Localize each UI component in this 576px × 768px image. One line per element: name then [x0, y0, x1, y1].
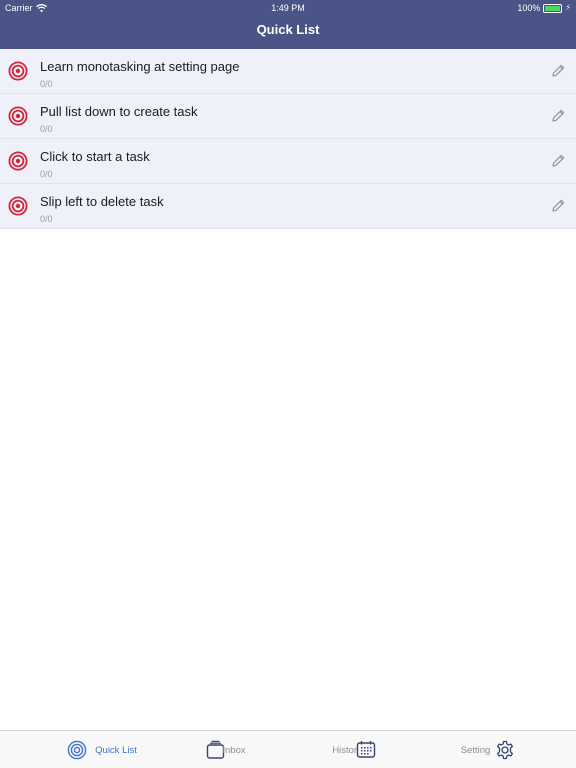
tab-setting[interactable]: Setting — [416, 731, 560, 768]
page-title: Quick List — [256, 22, 320, 37]
target-icon — [8, 196, 28, 216]
task-row-3[interactable]: Click to start a task 0/0 — [0, 139, 576, 184]
pencil-icon[interactable] — [550, 63, 566, 79]
tab-inbox[interactable]: Inbox — [154, 731, 298, 768]
battery-percent: 100% — [517, 3, 541, 13]
app-window: Carrier 1:49 PM 100% ⚡ Quick List Learn … — [0, 0, 576, 768]
task-row-2[interactable]: Pull list down to create task 0/0 — [0, 94, 576, 139]
tab-label: Quick List — [95, 744, 137, 756]
calendar-icon — [356, 741, 375, 758]
navigation-header: Carrier 1:49 PM 100% ⚡ Quick List — [0, 0, 576, 49]
tab-quick-list[interactable]: Quick List — [30, 731, 174, 768]
charging-icon: ⚡ — [565, 3, 571, 12]
task-title: Click to start a task — [40, 149, 150, 164]
pencil-icon[interactable] — [550, 198, 566, 214]
target-icon — [8, 61, 28, 81]
battery-status: 100% ⚡ — [517, 0, 571, 16]
tab-label: Setting — [460, 744, 491, 756]
task-row-4[interactable]: Slip left to delete task 0/0 — [0, 184, 576, 229]
target-icon — [8, 106, 28, 126]
pencil-icon[interactable] — [550, 153, 566, 169]
task-count: 0/0 — [40, 79, 53, 89]
target-icon — [67, 740, 87, 760]
task-list[interactable]: Learn monotasking at setting page 0/0 Pu… — [0, 49, 576, 229]
task-title: Learn monotasking at setting page — [40, 59, 240, 74]
pencil-icon[interactable] — [550, 108, 566, 124]
task-title: Pull list down to create task — [40, 104, 198, 119]
tab-history[interactable]: History — [282, 731, 426, 768]
target-icon — [8, 151, 28, 171]
task-count: 0/0 — [40, 169, 53, 179]
task-count: 0/0 — [40, 214, 53, 224]
task-title: Slip left to delete task — [40, 194, 164, 209]
tab-label: Inbox — [222, 744, 246, 756]
gear-icon — [497, 740, 514, 760]
task-count: 0/0 — [40, 124, 53, 134]
status-bar: Carrier 1:49 PM 100% ⚡ — [0, 0, 576, 16]
task-row-1[interactable]: Learn monotasking at setting page 0/0 — [0, 49, 576, 94]
battery-icon — [543, 3, 563, 13]
tab-bar: Quick List Inbox History Setting — [0, 730, 576, 768]
status-time: 1:49 PM — [271, 3, 305, 13]
